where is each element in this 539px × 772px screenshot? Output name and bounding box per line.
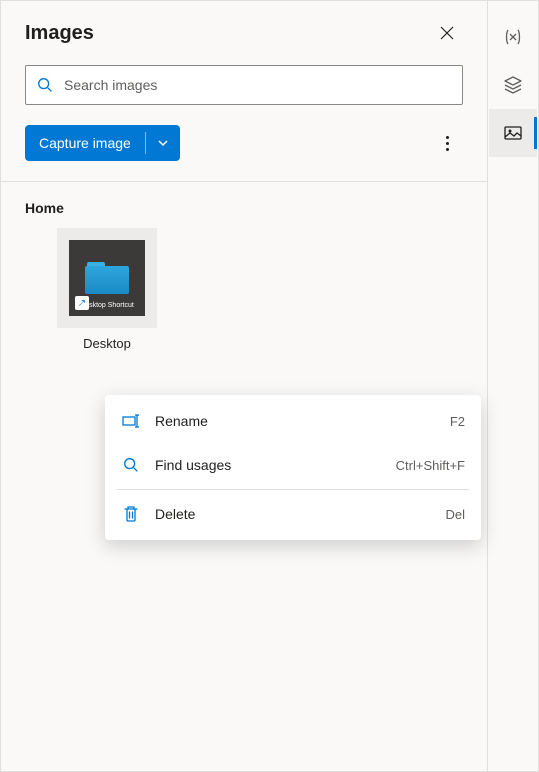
image-item-label: Desktop (83, 336, 131, 351)
menu-label: Rename (155, 413, 436, 429)
chevron-down-icon (157, 137, 169, 149)
menu-item-find-usages[interactable]: Find usages Ctrl+Shift+F (105, 443, 481, 487)
menu-item-delete[interactable]: Delete Del (105, 492, 481, 536)
folder-icon (85, 262, 129, 294)
context-menu: Rename F2 Find usages Ctrl+Shift+F Delet… (105, 395, 481, 540)
panel-header: Images (1, 1, 487, 57)
rail-layers-button[interactable] (489, 61, 537, 109)
action-row: Capture image (1, 113, 487, 181)
rename-icon (121, 411, 141, 431)
images-panel: Images Capture image Home (1, 1, 488, 771)
search-input[interactable] (64, 77, 452, 93)
thumbnail-grid: ↗ Desktop Shortcut Desktop (25, 228, 463, 351)
image-item[interactable]: ↗ Desktop Shortcut Desktop (25, 228, 157, 351)
search-row (1, 57, 487, 113)
menu-label: Delete (155, 506, 431, 522)
menu-separator (117, 489, 469, 490)
menu-shortcut: Del (445, 507, 465, 522)
close-icon (440, 26, 454, 40)
thumbnail: ↗ Desktop Shortcut (57, 228, 157, 328)
more-vertical-icon (446, 136, 449, 151)
rail-images-button[interactable] (489, 109, 537, 157)
capture-image-label: Capture image (25, 125, 145, 161)
close-button[interactable] (431, 17, 463, 49)
section-label: Home (25, 200, 463, 216)
layers-icon (503, 75, 523, 95)
capture-image-dropdown[interactable] (146, 125, 180, 161)
trash-icon (121, 504, 141, 524)
search-box[interactable] (25, 65, 463, 105)
thumbnail-preview: ↗ Desktop Shortcut (69, 240, 145, 316)
menu-shortcut: Ctrl+Shift+F (396, 458, 465, 473)
menu-shortcut: F2 (450, 414, 465, 429)
side-rail (488, 1, 538, 771)
panel-title: Images (25, 22, 94, 45)
more-button[interactable] (431, 127, 463, 159)
menu-item-rename[interactable]: Rename F2 (105, 399, 481, 443)
variables-icon (503, 27, 523, 47)
capture-image-button[interactable]: Capture image (25, 125, 180, 161)
search-icon (121, 455, 141, 475)
search-icon (36, 76, 54, 94)
thumbnail-caption: Desktop Shortcut (69, 302, 145, 310)
menu-label: Find usages (155, 457, 382, 473)
images-icon (503, 123, 523, 143)
rail-variables-button[interactable] (489, 13, 537, 61)
